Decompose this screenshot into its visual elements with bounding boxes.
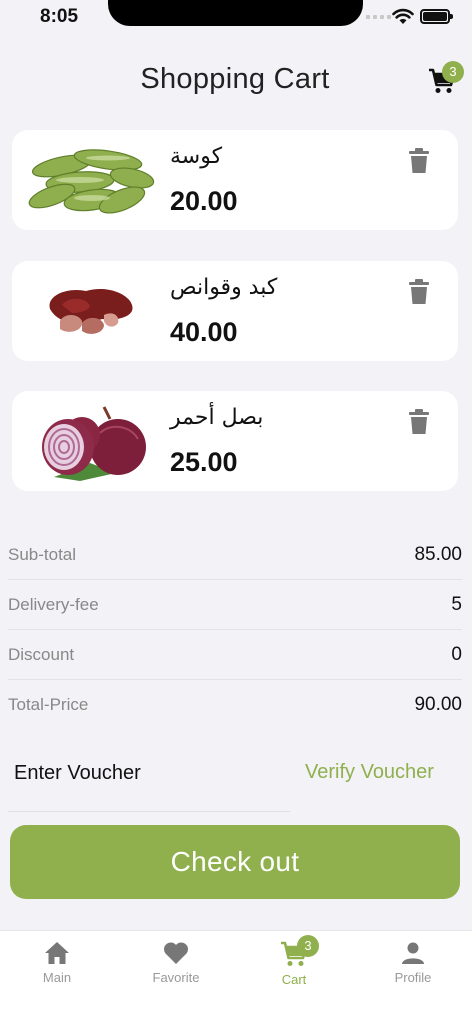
nav-item-main[interactable]: Main — [0, 941, 116, 985]
item-name: كبد وقوانص — [170, 275, 278, 300]
item-name: بصل أحمر — [170, 405, 264, 430]
checkout-button[interactable]: Check out — [10, 825, 460, 899]
item-price: 40.00 — [170, 317, 238, 347]
person-icon — [402, 942, 424, 964]
page-title: Shopping Cart — [140, 63, 330, 95]
verify-voucher-button[interactable]: Verify Voucher — [305, 761, 434, 784]
item-price: 25.00 — [170, 447, 238, 477]
wifi-icon — [392, 8, 414, 24]
voucher-input[interactable]: Enter Voucher — [8, 750, 290, 812]
cart-item[interactable]: كبد وقوانص 40.00 — [12, 261, 458, 361]
discount-label: Discount — [8, 644, 75, 664]
subtotal-row: Sub-total 85.00 — [8, 530, 462, 580]
red-onion-image — [42, 406, 146, 481]
device-notch — [108, 0, 363, 26]
nav-item-cart[interactable]: 3 Cart — [235, 935, 353, 987]
nav-label-cart: Cart — [281, 972, 307, 987]
voucher-input-text: Enter Voucher — [14, 762, 141, 784]
delete-item-button[interactable] — [409, 279, 429, 305]
total-price-label: Total-Price — [8, 695, 89, 714]
cart-item[interactable]: كوسة 20.00 — [12, 130, 458, 230]
header-cart-button[interactable]: 3 — [428, 61, 464, 100]
item-name: كوسة — [170, 144, 223, 169]
nav-cart-badge: 3 — [297, 935, 319, 957]
item-price: 20.00 — [170, 186, 238, 216]
delete-item-button[interactable] — [409, 148, 429, 174]
nav-label-profile: Profile — [394, 970, 432, 985]
total-price-row: Total-Price 90.00 — [8, 680, 462, 730]
subtotal-label: Sub-total — [8, 544, 77, 564]
nav-item-favorite[interactable]: Favorite — [117, 941, 235, 985]
subtotal-value: 85.00 — [414, 543, 462, 565]
discount-row: Discount 0 — [8, 630, 462, 680]
zucchini-image — [28, 149, 155, 214]
delivery-fee-row: Delivery-fee 5 — [8, 580, 462, 630]
nav-label-main: Main — [42, 970, 72, 985]
status-time: 8:05 — [40, 6, 79, 27]
liver-and-gizzards-image — [49, 288, 133, 334]
total-price-value: 90.00 — [414, 694, 462, 715]
cart-count-badge: 3 — [442, 61, 464, 83]
battery-icon — [420, 9, 453, 24]
order-summary: Sub-total 85.00 Delivery-fee 5 Discount … — [8, 530, 462, 730]
delivery-fee-value: 5 — [451, 593, 462, 615]
bottom-navigation: Main Favorite 3 Cart Profile — [0, 930, 472, 1024]
delivery-fee-label: Delivery-fee — [8, 594, 99, 614]
heart-icon — [163, 942, 189, 964]
home-icon — [45, 942, 69, 964]
delete-item-button[interactable] — [409, 409, 429, 435]
nav-label-favorite: Favorite — [152, 970, 200, 985]
cart-item[interactable]: بصل أحمر 25.00 — [12, 391, 458, 491]
discount-value: 0 — [451, 643, 462, 665]
nav-item-profile[interactable]: Profile — [354, 941, 472, 985]
status-bar: 8:05 — [0, 0, 472, 36]
signal-icon — [366, 15, 391, 19]
